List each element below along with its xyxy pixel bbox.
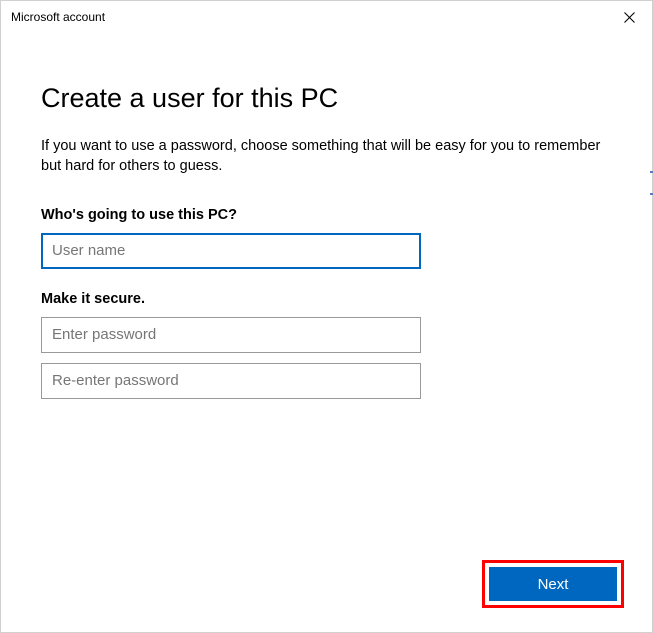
titlebar: Microsoft account [1,1,652,33]
close-icon [624,12,635,23]
window-title: Microsoft account [11,10,105,24]
reenter-password-input[interactable] [41,363,421,399]
password-input[interactable] [41,317,421,353]
next-button[interactable]: Next [489,567,617,601]
password-section: Make it secure. [41,291,612,409]
next-button-highlight: Next [482,560,624,608]
password-label: Make it secure. [41,291,612,307]
page-title: Create a user for this PC [41,83,612,114]
microsoft-account-window: Microsoft account Create a user for this… [0,0,653,633]
username-input[interactable] [41,233,421,269]
content-area: Create a user for this PC If you want to… [1,33,652,409]
username-section: Who's going to use this PC? [41,207,612,269]
page-description: If you want to use a password, choose so… [41,136,612,177]
close-button[interactable] [606,1,652,33]
footer: Next [482,560,624,608]
username-label: Who's going to use this PC? [41,207,612,223]
